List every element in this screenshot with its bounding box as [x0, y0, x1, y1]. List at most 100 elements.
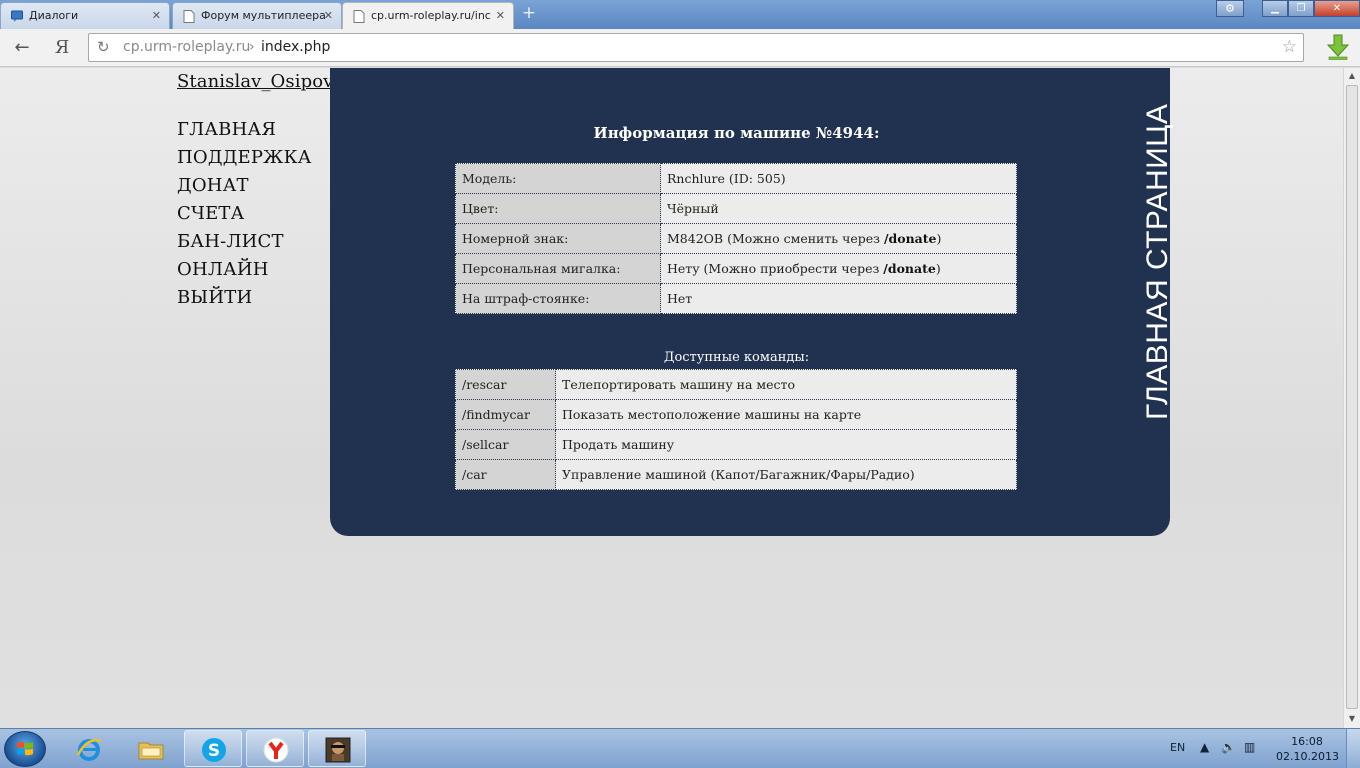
skype-icon: S — [202, 738, 226, 762]
table-row: Модель: Rnchlure (ID: 505) — [455, 163, 1017, 194]
scroll-down-icon[interactable]: ▼ — [1344, 711, 1360, 727]
tab-forum[interactable]: Форум мультиплеера ✕ — [172, 2, 342, 29]
nav-item-online[interactable]: ОНЛАЙН — [177, 258, 312, 286]
command-name: /findmycar — [455, 399, 556, 430]
tab-label: Диалоги — [29, 9, 79, 22]
yandex-browser-icon — [263, 737, 289, 763]
maximize-icon[interactable]: ❐ — [1288, 0, 1314, 17]
yandex-icon[interactable]: Я — [50, 37, 74, 59]
tab-dialogs[interactable]: Диалоги ✕ — [0, 2, 170, 29]
nav-item-support[interactable]: ПОДДЕРЖКА — [177, 146, 312, 174]
windows-taskbar: S EN ▲ 🔈 ▥ 16:08 02.10.2013 — [0, 728, 1360, 768]
new-tab-button[interactable]: + — [518, 5, 540, 23]
table-row: Номерной знак: M842OB (Можно сменить чер… — [455, 223, 1017, 254]
table-row: /sellcar Продать машину — [455, 429, 1017, 460]
volume-icon[interactable]: 🔈 — [1221, 740, 1236, 754]
info-key: На штраф-стоянке: — [455, 283, 661, 314]
taskbar-skype[interactable]: S — [184, 730, 242, 767]
scroll-up-icon[interactable]: ▲ — [1344, 68, 1360, 84]
donate-command: /donate — [883, 261, 936, 276]
url-host: cp.urm-roleplay.ru — [123, 39, 251, 55]
svg-text:S: S — [208, 741, 220, 761]
taskbar-yandex-browser[interactable] — [246, 730, 304, 767]
close-tab-icon[interactable]: ✕ — [496, 3, 505, 28]
url-path: index.php — [261, 39, 331, 55]
tab-label: Форум мультиплеера — [201, 9, 326, 22]
commands-table: /rescar Телепортировать машину на место … — [455, 369, 1017, 490]
car-info-title: Информация по машине №4944: — [593, 124, 880, 142]
command-description: Управление машиной (Капот/Багажник/Фары/… — [555, 459, 1017, 490]
command-description: Продать машину — [555, 429, 1017, 460]
command-name: /car — [455, 459, 556, 490]
clock-date: 02.10.2013 — [1276, 750, 1339, 763]
info-key: Модель: — [455, 163, 661, 194]
vertical-title-text: ГЛАВНАЯ СТРАНИЦА — [1141, 103, 1174, 420]
commands-title: Доступные команды: — [663, 350, 810, 365]
info-key: Персональная мигалка: — [455, 253, 661, 284]
minimize-icon[interactable]: ▁ — [1262, 0, 1288, 17]
close-window-icon[interactable]: ✕ — [1314, 0, 1360, 17]
table-row: /rescar Телепортировать машину на место — [455, 369, 1017, 400]
close-tab-icon[interactable]: ✕ — [152, 3, 161, 28]
table-row: Цвет: Чёрный — [455, 193, 1017, 224]
info-value: Нет — [660, 283, 1017, 314]
nav-item-home[interactable]: ГЛАВНАЯ — [177, 118, 312, 146]
command-description: Телепортировать машину на место — [555, 369, 1017, 400]
info-value: M842OB (Можно сменить через /donate) — [660, 223, 1017, 254]
internet-explorer-icon — [76, 739, 102, 761]
page-icon — [183, 10, 195, 23]
table-row: На штраф-стоянке: Нет — [455, 283, 1017, 314]
username-link[interactable]: Stanislav_Osipov — [177, 71, 333, 92]
side-navigation: ГЛАВНАЯ ПОДДЕРЖКА ДОНАТ СЧЕТА БАН-ЛИСТ О… — [177, 118, 312, 314]
show-desktop-button[interactable] — [1346, 729, 1360, 768]
nav-item-banlist[interactable]: БАН-ЛИСТ — [177, 230, 312, 258]
info-value: Нету (Можно приобрести через /donate) — [660, 253, 1017, 284]
nav-item-donate[interactable]: ДОНАТ — [177, 174, 312, 202]
command-description: Показать местоположение машины на карте — [555, 399, 1017, 430]
back-arrow-icon[interactable]: ← — [10, 37, 34, 59]
start-button[interactable] — [4, 731, 46, 767]
vertical-page-title: ГЛАВНАЯ СТРАНИЦА — [1137, 68, 1177, 428]
clock-time: 16:08 — [1291, 735, 1323, 748]
page-viewport: Stanislav_Osipov ГЛАВНАЯ ПОДДЕРЖКА ДОНАТ… — [0, 68, 1343, 728]
system-clock[interactable]: 16:08 02.10.2013 — [1276, 734, 1339, 764]
tab-label: cp.urm-roleplay.ru/inc — [371, 9, 491, 22]
nav-item-logout[interactable]: ВЫЙТИ — [177, 286, 312, 314]
tab-control-panel[interactable]: cp.urm-roleplay.ru/inc ✕ — [342, 2, 514, 30]
download-arrow-icon[interactable] — [1326, 34, 1350, 60]
address-bar[interactable]: ↻ cp.urm-roleplay.ru › index.php ☆ — [88, 33, 1304, 62]
info-key: Цвет: — [455, 193, 661, 224]
window-controls: ▁ ❐ ✕ — [1262, 0, 1360, 17]
show-hidden-icons-icon[interactable]: ▲ — [1200, 740, 1209, 754]
browser-tabstrip: Диалоги ✕ Форум мультиплеера ✕ cp.urm-ro… — [0, 0, 1360, 30]
folder-icon — [138, 742, 164, 760]
windows-logo-icon — [17, 741, 33, 756]
taskbar-game-app[interactable] — [308, 730, 366, 767]
bookmark-star-icon[interactable]: ☆ — [1282, 34, 1297, 61]
table-row: /findmycar Показать местоположение машин… — [455, 399, 1017, 430]
table-row: /car Управление машиной (Капот/Багажник/… — [455, 459, 1017, 490]
vertical-scrollbar[interactable]: ▲ ▼ — [1343, 68, 1360, 728]
donate-command: /donate — [883, 231, 937, 246]
info-value: Rnchlure (ID: 505) — [660, 163, 1017, 194]
browser-toolbar: ← Я ↻ cp.urm-roleplay.ru › index.php ☆ — [0, 29, 1360, 67]
info-key: Номерной знак: — [455, 223, 661, 254]
command-name: /rescar — [455, 369, 556, 400]
table-row: Персональная мигалка: Нету (Можно приобр… — [455, 253, 1017, 284]
settings-gear-icon[interactable]: ⚙ — [1216, 0, 1244, 17]
taskbar-file-explorer[interactable] — [122, 730, 180, 767]
chat-icon — [11, 10, 23, 22]
network-icon[interactable]: ▥ — [1244, 740, 1255, 754]
command-name: /sellcar — [455, 429, 556, 460]
car-info-table: Модель: Rnchlure (ID: 505) Цвет: Чёрный … — [455, 163, 1017, 314]
info-value: Чёрный — [660, 193, 1017, 224]
taskbar-internet-explorer[interactable] — [60, 730, 118, 767]
scrollbar-thumb[interactable] — [1346, 85, 1358, 709]
reload-icon[interactable]: ↻ — [97, 34, 110, 61]
close-tab-icon[interactable]: ✕ — [324, 3, 333, 28]
url-separator: › — [249, 39, 255, 55]
nav-item-accounts[interactable]: СЧЕТА — [177, 202, 312, 230]
page-icon — [353, 10, 365, 23]
language-indicator[interactable]: EN — [1170, 741, 1185, 754]
game-app-icon — [325, 737, 351, 763]
